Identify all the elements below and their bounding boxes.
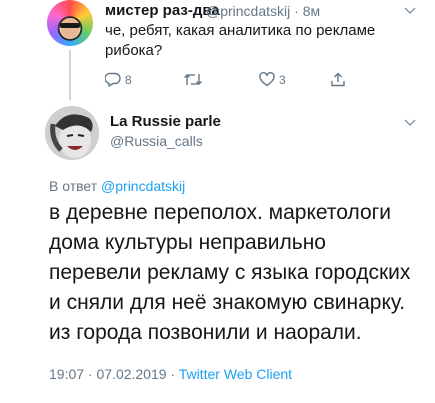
client-link[interactable]: Twitter Web Client — [179, 366, 292, 382]
chevron-down-icon[interactable] — [404, 4, 416, 18]
avatar-sunglasses — [60, 23, 80, 28]
parent-tweet-text: че, ребят, какая аналитика по рекламе ри… — [105, 22, 376, 59]
tweet-line: и сняли для неё знакомую свинарку. — [49, 291, 406, 314]
like-icon — [259, 72, 275, 87]
parent-time[interactable]: 8м — [303, 3, 320, 19]
main-display-name[interactable]: La Russie parle — [110, 113, 221, 130]
avatar-face — [61, 18, 79, 38]
share-icon — [331, 72, 345, 87]
parent-handle[interactable]: @princdatskij — [206, 3, 290, 19]
tweet-meta: 19:07 · 07.02.2019 · Twitter Web Client — [49, 366, 292, 382]
main-handle[interactable]: @Russia_calls — [110, 133, 203, 149]
reply-context: В ответ @princdatskij — [49, 178, 185, 194]
like-button[interactable]: 3 — [259, 72, 286, 87]
retweet-icon — [183, 72, 203, 87]
tweet-line: в деревне переполох. маркетологи — [49, 201, 392, 224]
reply-prefix: В ответ — [49, 178, 102, 194]
parent-action-bar: 8 3 — [105, 72, 365, 92]
reply-button[interactable]: 8 — [105, 72, 132, 87]
share-button[interactable] — [331, 72, 345, 87]
parent-display-name[interactable]: мистер раз-два — [105, 2, 220, 19]
parent-avatar[interactable] — [47, 0, 93, 46]
parent-handle-time[interactable]: @princdatskij · 8м — [206, 3, 320, 19]
retweet-button[interactable] — [183, 72, 203, 87]
thread-line — [69, 50, 71, 100]
tweet-line: из города позвонили и наорали. — [49, 321, 362, 344]
tweet-timestamp[interactable]: 19:07 · 07.02.2019 · — [49, 366, 179, 382]
chevron-down-icon[interactable] — [404, 116, 416, 130]
reply-count: 8 — [125, 72, 132, 87]
tweet-line: перевели рекламу с языка городских — [49, 261, 411, 284]
reply-to-link[interactable]: @princdatskij — [101, 178, 185, 194]
main-tweet-text: в деревне переполох. маркетологи дома ку… — [49, 198, 429, 348]
like-count: 3 — [279, 72, 286, 87]
reply-icon — [105, 72, 121, 87]
main-avatar[interactable] — [45, 106, 99, 160]
tweet-line: дома культуры неправильно — [49, 231, 326, 254]
